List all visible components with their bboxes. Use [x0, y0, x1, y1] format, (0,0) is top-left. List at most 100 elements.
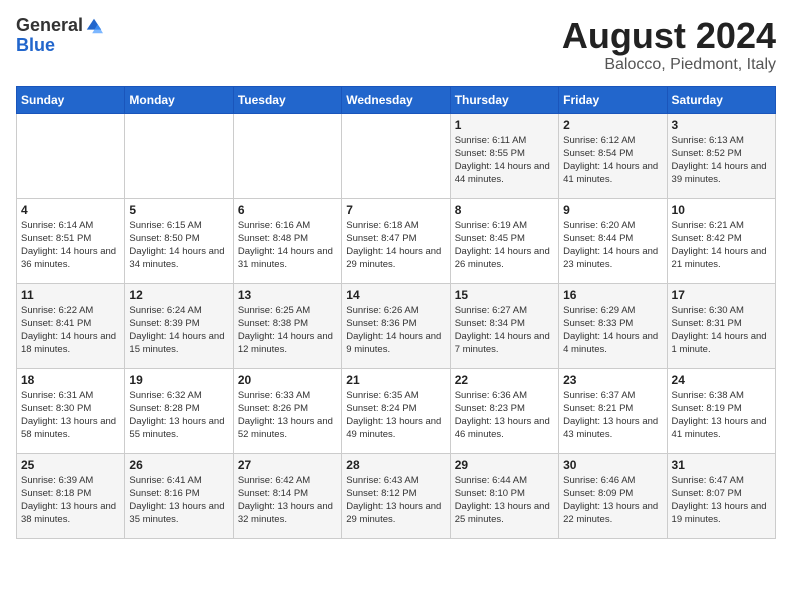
day-number: 24 [672, 373, 771, 387]
day-info: Sunrise: 6:14 AM Sunset: 8:51 PM Dayligh… [21, 219, 120, 272]
weekday-header-thursday: Thursday [450, 86, 558, 113]
calendar-cell: 10 Sunrise: 6:21 AM Sunset: 8:42 PM Dayli… [667, 198, 775, 283]
day-info: Sunrise: 6:25 AM Sunset: 8:38 PM Dayligh… [238, 304, 337, 357]
day-info: Sunrise: 6:35 AM Sunset: 8:24 PM Dayligh… [346, 389, 445, 442]
calendar-cell: 29 Sunrise: 6:44 AM Sunset: 8:10 PM Dayli… [450, 453, 558, 538]
calendar-cell: 5 Sunrise: 6:15 AM Sunset: 8:50 PM Daylig… [125, 198, 233, 283]
day-info: Sunrise: 6:16 AM Sunset: 8:48 PM Dayligh… [238, 219, 337, 272]
weekday-header-friday: Friday [559, 86, 667, 113]
calendar-subtitle: Balocco, Piedmont, Italy [562, 56, 776, 74]
weekday-header-monday: Monday [125, 86, 233, 113]
calendar-cell: 15Sunrise: 6:27 AM Sunset: 8:34 PM Dayli… [450, 283, 558, 368]
calendar-cell: 27 Sunrise: 6:42 AM Sunset: 8:14 PM Dayli… [233, 453, 341, 538]
calendar-cell [125, 113, 233, 198]
day-number: 7 [346, 203, 445, 217]
week-row-4: 18 Sunrise: 6:31 AM Sunset: 8:30 PM Dayli… [17, 368, 776, 453]
day-number: 1 [455, 118, 554, 132]
day-info: Sunrise: 6:22 AM Sunset: 8:41 PM Dayligh… [21, 304, 120, 357]
day-number: 20 [238, 373, 337, 387]
day-info: Sunrise: 6:11 AM Sunset: 8:55 PM Dayligh… [455, 134, 554, 187]
day-number: 9 [563, 203, 662, 217]
day-info: Sunrise: 6:29 AM Sunset: 8:33 PM Dayligh… [563, 304, 662, 357]
calendar-cell: 17Sunrise: 6:30 AM Sunset: 8:31 PM Dayli… [667, 283, 775, 368]
calendar-cell: 20 Sunrise: 6:33 AM Sunset: 8:26 PM Dayli… [233, 368, 341, 453]
logo-icon [85, 17, 103, 35]
day-number: 31 [672, 458, 771, 472]
day-info: Sunrise: 6:15 AM Sunset: 8:50 PM Dayligh… [129, 219, 228, 272]
day-number: 21 [346, 373, 445, 387]
day-number: 29 [455, 458, 554, 472]
weekday-row: SundayMondayTuesdayWednesdayThursdayFrid… [17, 86, 776, 113]
day-number: 6 [238, 203, 337, 217]
calendar-cell: 13 Sunrise: 6:25 AM Sunset: 8:38 PM Dayli… [233, 283, 341, 368]
day-info: Sunrise: 6:18 AM Sunset: 8:47 PM Dayligh… [346, 219, 445, 272]
day-number: 2 [563, 118, 662, 132]
week-row-3: 11Sunrise: 6:22 AM Sunset: 8:41 PM Dayli… [17, 283, 776, 368]
day-number: 5 [129, 203, 228, 217]
day-info: Sunrise: 6:13 AM Sunset: 8:52 PM Dayligh… [672, 134, 771, 187]
day-info: Sunrise: 6:30 AM Sunset: 8:31 PM Dayligh… [672, 304, 771, 357]
day-info: Sunrise: 6:20 AM Sunset: 8:44 PM Dayligh… [563, 219, 662, 272]
day-number: 27 [238, 458, 337, 472]
day-number: 13 [238, 288, 337, 302]
day-info: Sunrise: 6:42 AM Sunset: 8:14 PM Dayligh… [238, 474, 337, 527]
calendar-cell: 26 Sunrise: 6:41 AM Sunset: 8:16 PM Dayli… [125, 453, 233, 538]
day-info: Sunrise: 6:27 AM Sunset: 8:34 PM Dayligh… [455, 304, 554, 357]
calendar-cell [342, 113, 450, 198]
weekday-header-sunday: Sunday [17, 86, 125, 113]
day-number: 12 [129, 288, 228, 302]
calendar-header: SundayMondayTuesdayWednesdayThursdayFrid… [17, 86, 776, 113]
calendar-cell: 16 Sunrise: 6:29 AM Sunset: 8:33 PM Dayli… [559, 283, 667, 368]
calendar-cell: 25 Sunrise: 6:39 AM Sunset: 8:18 PM Dayli… [17, 453, 125, 538]
day-number: 3 [672, 118, 771, 132]
day-number: 25 [21, 458, 120, 472]
day-info: Sunrise: 6:44 AM Sunset: 8:10 PM Dayligh… [455, 474, 554, 527]
day-number: 14 [346, 288, 445, 302]
calendar-cell: 19 Sunrise: 6:32 AM Sunset: 8:28 PM Dayli… [125, 368, 233, 453]
calendar-table: SundayMondayTuesdayWednesdayThursdayFrid… [16, 86, 776, 539]
calendar-body: 1 Sunrise: 6:11 AM Sunset: 8:55 PM Daylig… [17, 113, 776, 538]
calendar-cell: 12 Sunrise: 6:24 AM Sunset: 8:39 PM Dayli… [125, 283, 233, 368]
week-row-1: 1 Sunrise: 6:11 AM Sunset: 8:55 PM Daylig… [17, 113, 776, 198]
day-info: Sunrise: 6:32 AM Sunset: 8:28 PM Dayligh… [129, 389, 228, 442]
day-number: 18 [21, 373, 120, 387]
title-area: August 2024 Balocco, Piedmont, Italy [562, 16, 776, 74]
header: General Blue August 2024 Balocco, Piedmo… [16, 16, 776, 74]
day-number: 10 [672, 203, 771, 217]
weekday-header-saturday: Saturday [667, 86, 775, 113]
day-info: Sunrise: 6:24 AM Sunset: 8:39 PM Dayligh… [129, 304, 228, 357]
day-info: Sunrise: 6:41 AM Sunset: 8:16 PM Dayligh… [129, 474, 228, 527]
day-info: Sunrise: 6:36 AM Sunset: 8:23 PM Dayligh… [455, 389, 554, 442]
calendar-cell: 9 Sunrise: 6:20 AM Sunset: 8:44 PM Daylig… [559, 198, 667, 283]
calendar-cell: 18 Sunrise: 6:31 AM Sunset: 8:30 PM Dayli… [17, 368, 125, 453]
day-info: Sunrise: 6:21 AM Sunset: 8:42 PM Dayligh… [672, 219, 771, 272]
day-number: 26 [129, 458, 228, 472]
calendar-cell: 11Sunrise: 6:22 AM Sunset: 8:41 PM Dayli… [17, 283, 125, 368]
day-number: 23 [563, 373, 662, 387]
day-info: Sunrise: 6:33 AM Sunset: 8:26 PM Dayligh… [238, 389, 337, 442]
calendar-cell [233, 113, 341, 198]
calendar-cell [17, 113, 125, 198]
day-number: 28 [346, 458, 445, 472]
day-info: Sunrise: 6:31 AM Sunset: 8:30 PM Dayligh… [21, 389, 120, 442]
weekday-header-tuesday: Tuesday [233, 86, 341, 113]
calendar-cell: 24Sunrise: 6:38 AM Sunset: 8:19 PM Dayli… [667, 368, 775, 453]
calendar-cell: 3 Sunrise: 6:13 AM Sunset: 8:52 PM Daylig… [667, 113, 775, 198]
logo-general-text: General [16, 16, 83, 36]
calendar-cell: 6 Sunrise: 6:16 AM Sunset: 8:48 PM Daylig… [233, 198, 341, 283]
day-number: 19 [129, 373, 228, 387]
calendar-cell: 4Sunrise: 6:14 AM Sunset: 8:51 PM Daylig… [17, 198, 125, 283]
day-info: Sunrise: 6:39 AM Sunset: 8:18 PM Dayligh… [21, 474, 120, 527]
logo-blue-text: Blue [16, 36, 55, 56]
calendar-title: August 2024 [562, 16, 776, 56]
day-number: 22 [455, 373, 554, 387]
week-row-2: 4Sunrise: 6:14 AM Sunset: 8:51 PM Daylig… [17, 198, 776, 283]
day-number: 30 [563, 458, 662, 472]
calendar-cell: 2Sunrise: 6:12 AM Sunset: 8:54 PM Daylig… [559, 113, 667, 198]
day-number: 16 [563, 288, 662, 302]
day-info: Sunrise: 6:46 AM Sunset: 8:09 PM Dayligh… [563, 474, 662, 527]
calendar-cell: 8Sunrise: 6:19 AM Sunset: 8:45 PM Daylig… [450, 198, 558, 283]
weekday-header-wednesday: Wednesday [342, 86, 450, 113]
logo: General Blue [16, 16, 103, 56]
week-row-5: 25 Sunrise: 6:39 AM Sunset: 8:18 PM Dayli… [17, 453, 776, 538]
